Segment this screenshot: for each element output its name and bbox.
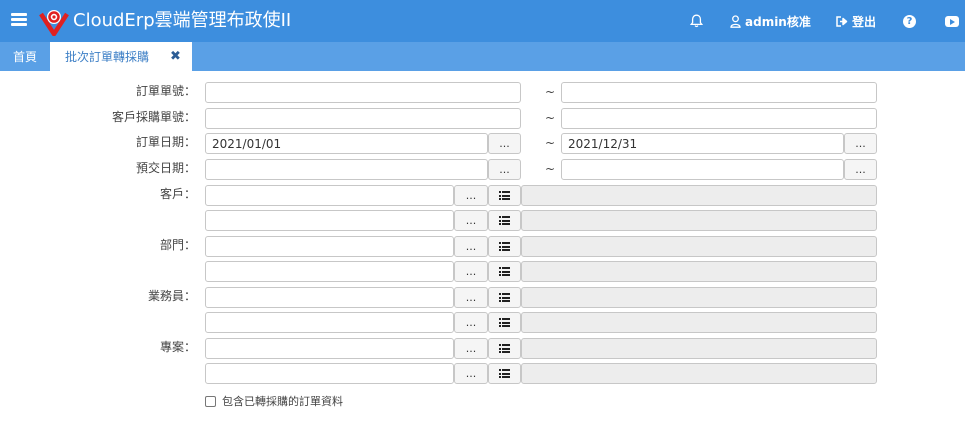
customer-to-name-field [521,210,877,231]
tab-label: 批次訂單轉採購 [65,50,150,64]
salesperson-from-lookup-button[interactable]: ... [454,287,488,308]
department-from-lookup-button[interactable]: ... [454,236,488,257]
customer-from-input[interactable] [205,185,454,206]
customer-to-lookup-button[interactable]: ... [454,210,488,231]
delivery-date-label: 預交日期： [135,161,196,175]
youtube-icon [945,15,959,27]
order-date-to-input[interactable] [561,133,844,154]
list-icon [499,267,510,276]
order-no-to-input[interactable] [561,82,877,103]
range-tilde: ~ [545,111,556,125]
project-to-input[interactable] [205,363,454,384]
include-converted-checkbox[interactable] [205,395,216,407]
notification-button[interactable] [690,0,703,42]
close-tab-icon[interactable]: ✖ [170,50,181,63]
salesperson-from-name-field [521,287,877,308]
range-tilde: ~ [545,85,556,99]
project-from-list-button[interactable] [488,338,521,359]
project-from-input[interactable] [205,338,454,359]
customer-from-lookup-button[interactable]: ... [454,185,488,206]
user-icon [730,14,741,28]
department-from-input[interactable] [205,236,454,257]
order-date-label: 訂單日期： [135,135,196,149]
customer-po-to-input[interactable] [561,108,877,129]
include-converted-checkbox-row[interactable]: 包含已轉採購的訂單資料 [205,393,343,409]
include-converted-label: 包含已轉採購的訂單資料 [222,395,343,408]
salesperson-to-lookup-button[interactable]: ... [454,312,488,333]
list-icon [499,369,510,378]
project-to-lookup-button[interactable]: ... [454,363,488,384]
salesperson-to-list-button[interactable] [488,312,521,333]
project-to-name-field [521,363,877,384]
logout-label: 登出 [852,14,877,29]
order-no-from-input[interactable] [205,82,521,103]
range-tilde: ~ [545,162,556,176]
list-icon [499,293,510,302]
salesperson-to-input[interactable] [205,312,454,333]
customer-to-list-button[interactable] [488,210,521,231]
customer-to-input[interactable] [205,210,454,231]
top-navbar: CloudErp雲端管理布政使II admin核准 登出 ? [0,0,965,42]
project-from-lookup-button[interactable]: ... [454,338,488,359]
hamburger-menu-icon[interactable] [11,13,27,27]
delivery-date-to-input[interactable] [561,159,844,180]
department-from-list-button[interactable] [488,236,521,257]
list-icon [499,242,510,251]
delivery-date-to-picker-button[interactable]: ... [844,159,877,180]
salesperson-to-name-field [521,312,877,333]
salesperson-label: 業務員： [147,289,196,303]
tab-bar: 首頁 批次訂單轉採購 ✖ [0,42,965,71]
department-to-name-field [521,261,877,282]
clouderp-logo [39,10,69,36]
delivery-date-from-picker-button[interactable]: ... [488,159,521,180]
customer-label: 客戶： [159,187,196,201]
tab-home[interactable]: 首頁 [0,42,50,71]
order-date-from-input[interactable] [205,133,488,154]
list-icon [499,344,510,353]
list-icon [499,216,510,225]
order-date-to-picker-button[interactable]: ... [844,133,877,154]
salesperson-from-input[interactable] [205,287,454,308]
project-to-list-button[interactable] [488,363,521,384]
project-label: 專案： [159,340,196,354]
department-to-input[interactable] [205,261,454,282]
project-from-name-field [521,338,877,359]
customer-po-from-input[interactable] [205,108,521,129]
app-title: CloudErp雲端管理布政使II [73,10,292,31]
department-to-lookup-button[interactable]: ... [454,261,488,282]
customer-from-name-field [521,185,877,206]
logout-button[interactable]: 登出 [836,0,876,42]
user-menu-button[interactable]: admin核准 [730,0,811,42]
search-form: 訂單單號： ~ 客戶採購單號： ~ 訂單日期： ... ~ ... 預交日期： … [0,71,965,425]
list-icon [499,318,510,327]
tab-batch-order-to-purchase[interactable]: 批次訂單轉採購 ✖ [50,42,192,71]
question-circle-icon: ? [903,14,916,28]
bell-icon [690,14,703,28]
youtube-button[interactable] [945,0,959,42]
department-from-name-field [521,236,877,257]
sign-out-icon [836,15,848,27]
order-no-label: 訂單單號： [135,84,196,98]
department-to-list-button[interactable] [488,261,521,282]
range-tilde: ~ [545,136,556,150]
user-name-label: admin核准 [745,14,811,29]
salesperson-from-list-button[interactable] [488,287,521,308]
delivery-date-from-input[interactable] [205,159,488,180]
customer-from-list-button[interactable] [488,185,521,206]
list-icon [499,191,510,200]
department-label: 部門： [159,238,196,252]
customer-po-label: 客戶採購單號： [111,110,196,124]
order-date-from-picker-button[interactable]: ... [488,133,521,154]
help-button[interactable]: ? [903,0,916,42]
